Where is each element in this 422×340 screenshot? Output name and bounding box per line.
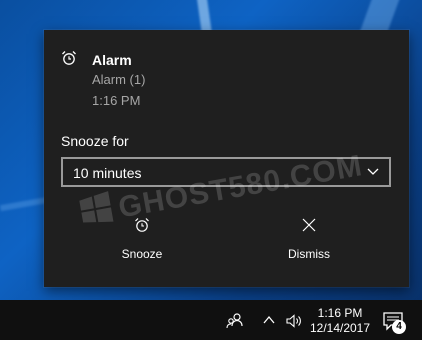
people-icon[interactable]	[226, 312, 244, 330]
alarm-clock-icon	[62, 51, 76, 65]
volume-icon[interactable]	[285, 313, 303, 329]
dismiss-button-label: Dismiss	[288, 247, 330, 261]
toast-subtitle: Alarm (1)	[92, 72, 146, 87]
taskbar-clock[interactable]: 1:16 PM 12/14/2017	[305, 306, 375, 336]
toast-title: Alarm	[92, 52, 132, 68]
notification-count-badge: 4	[392, 320, 406, 334]
toast-time: 1:16 PM	[92, 93, 141, 108]
close-icon	[302, 218, 316, 232]
alarm-clock-icon	[135, 218, 149, 232]
snooze-button[interactable]: Snooze	[82, 215, 202, 265]
dismiss-button[interactable]: Dismiss	[249, 215, 369, 265]
snooze-button-label: Snooze	[121, 247, 163, 261]
show-hidden-icons-chevron-up-icon[interactable]	[263, 315, 275, 325]
alarm-toast: Alarm Alarm (1) 1:16 PM Snooze for 10 mi…	[44, 30, 409, 287]
snooze-duration-value: 10 minutes	[73, 165, 142, 181]
snooze-for-label: Snooze for	[61, 133, 129, 149]
taskbar-date: 12/14/2017	[309, 321, 371, 335]
chevron-down-icon	[367, 168, 379, 175]
taskbar-time: 1:16 PM	[317, 306, 363, 320]
